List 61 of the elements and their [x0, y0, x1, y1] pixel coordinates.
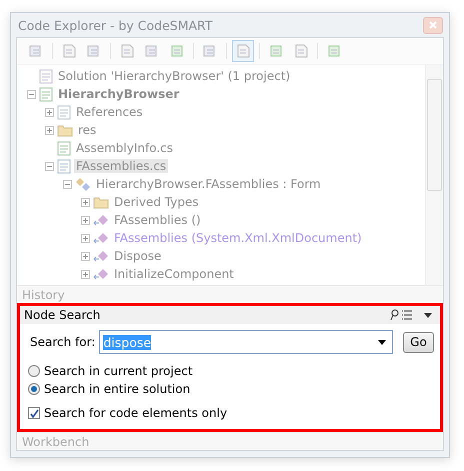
toolbar-icon [293, 43, 309, 59]
field-label: Search for: [30, 335, 96, 349]
tree-item[interactable]: Derived Types [112, 195, 201, 209]
dropdown-caret-icon [378, 340, 386, 344]
file-icon [39, 86, 53, 102]
checkbox-option[interactable]: Search for code elements only [28, 400, 434, 420]
pane-header[interactable]: Workbench [17, 432, 443, 450]
member-icon [93, 213, 109, 227]
tree-item[interactable]: Dispose [112, 249, 164, 263]
go-button[interactable]: Go [403, 332, 434, 352]
expand-toggle[interactable] [45, 108, 54, 116]
folder-icon [93, 196, 109, 208]
member-icon [93, 249, 109, 263]
tree-item[interactable]: InitializeComponent [112, 267, 236, 281]
tree-item[interactable]: FAssemblies.cs [74, 159, 168, 173]
checkbox[interactable] [28, 407, 40, 419]
expand-toggle[interactable] [81, 252, 90, 260]
expand-toggle[interactable] [81, 234, 90, 242]
radio-option[interactable]: Search in entire solution [28, 382, 434, 396]
toolbar-icon [119, 43, 135, 59]
radio-button[interactable] [28, 365, 40, 377]
tree-item[interactable]: HierarchyBrowser [56, 87, 182, 101]
toolbar-icon [326, 43, 342, 59]
toolbar-button[interactable] [232, 40, 254, 62]
expand-toggle[interactable] [81, 216, 90, 224]
member-icon [93, 231, 109, 245]
toolbar-icon [169, 43, 185, 59]
tree-item[interactable]: Solution 'HierarchyBrowser' (1 project) [56, 69, 292, 83]
pane-header[interactable]: History [17, 285, 443, 303]
tree-item[interactable]: FAssemblies (System.Xml.XmlDocument) [112, 231, 364, 245]
file-icon [39, 68, 53, 84]
tree-item[interactable]: FAssemblies () [112, 213, 203, 227]
scrollbar[interactable] [425, 65, 443, 285]
tree-item[interactable]: res [76, 123, 98, 137]
toolbar-icon [235, 43, 251, 59]
tree-item[interactable]: References [74, 105, 145, 119]
tree-item[interactable]: HierarchyBrowser.FAssemblies : Form [94, 177, 323, 191]
expand-toggle[interactable] [81, 270, 90, 278]
close-button[interactable] [423, 16, 443, 34]
tree-item[interactable]: AssemblyInfo.cs [74, 141, 176, 155]
file-icon [57, 158, 71, 174]
panel-title: Node Search [24, 308, 100, 322]
expand-toggle[interactable] [45, 126, 54, 134]
radio-option[interactable]: Search in current project [28, 364, 434, 378]
pane-title: History [22, 288, 65, 302]
collapse-toggle[interactable] [63, 180, 72, 188]
toolbar-icon [268, 43, 284, 59]
collapse-toggle[interactable] [45, 162, 54, 170]
window-title: Code Explorer - by CodeSMART [18, 18, 212, 32]
member-icon [93, 267, 109, 281]
file-icon [57, 104, 71, 120]
radio-button[interactable] [28, 383, 40, 395]
close-icon [429, 21, 437, 29]
collapse-toggle[interactable] [27, 90, 36, 98]
class-icon [75, 177, 91, 191]
pane-title: Workbench [22, 434, 90, 448]
folder-icon [57, 124, 73, 136]
expand-toggle[interactable] [81, 198, 90, 206]
toolbar-icon [61, 43, 77, 59]
file-icon [57, 140, 71, 156]
search-combo-field[interactable]: dispose [99, 330, 393, 354]
